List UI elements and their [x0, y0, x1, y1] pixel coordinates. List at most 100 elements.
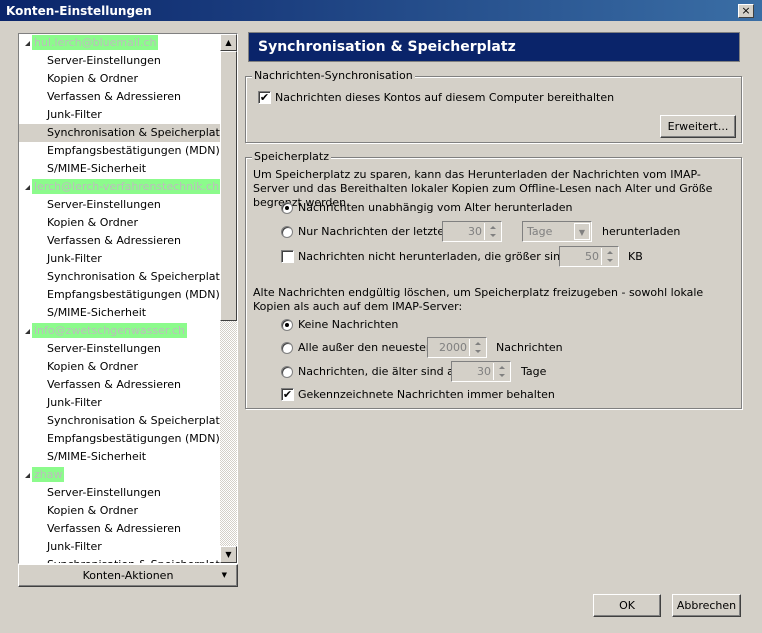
account-name: info@zwetschgenwasser.ch	[32, 323, 187, 338]
tree-item[interactable]: Verfassen & Adressieren	[19, 232, 221, 250]
tree-item[interactable]: Kopien & Ordner	[19, 70, 221, 88]
keep-flagged-checkbox[interactable]: ✔	[281, 388, 294, 401]
tree-item[interactable]: Server-Einstellungen	[19, 484, 221, 502]
older-days-spinner[interactable]: 30	[451, 361, 511, 382]
tree-scrollbar[interactable]: ▲ ▼	[220, 34, 237, 563]
tree-item[interactable]: Junk-Filter	[19, 538, 221, 556]
tree-item-label: Synchronisation & Speicherplatz	[47, 270, 226, 283]
title-bar: Konten-Einstellungen	[0, 0, 762, 21]
tree-item[interactable]: Server-Einstellungen	[19, 340, 221, 358]
tree-item-label: Synchronisation & Speicherplatz	[47, 556, 226, 563]
tree-item[interactable]: Junk-Filter	[19, 394, 221, 412]
keep-flagged-label: Gekennzeichnete Nachrichten immer behalt…	[298, 388, 555, 401]
tree-item[interactable]: S/MIME-Sicherheit	[19, 160, 221, 178]
tree-item[interactable]: Empfangsbestätigungen (MDN)	[19, 286, 221, 304]
ok-button[interactable]: OK	[593, 594, 661, 617]
tree-item-label: S/MIME-Sicherheit	[47, 450, 147, 463]
tree-item-label: Empfangsbestätigungen (MDN)	[47, 144, 220, 157]
tree-item[interactable]: Synchronisation & Speicherplatz	[19, 556, 226, 563]
last-days-spinner[interactable]: 30	[442, 221, 502, 242]
tree-item[interactable]: Synchronisation & Speicherplatz	[19, 124, 226, 142]
spinner-arrows-icon[interactable]	[601, 248, 617, 265]
scroll-thumb[interactable]	[220, 51, 237, 321]
tree-item-label: S/MIME-Sicherheit	[47, 306, 147, 319]
expand-triangle-icon[interactable]	[25, 473, 30, 478]
tree-item[interactable]: Empfangsbestätigungen (MDN)	[19, 142, 221, 160]
delete-older-radio[interactable]	[281, 366, 293, 378]
spinner-arrows-icon[interactable]	[484, 223, 500, 240]
close-button[interactable]: ×	[738, 4, 754, 18]
size-limit-checkbox[interactable]	[281, 250, 294, 263]
tree-item-label: Junk-Filter	[47, 252, 102, 265]
spinner-arrows-icon[interactable]	[493, 363, 509, 380]
account-actions-button[interactable]: Konten-Aktionen ▼	[18, 564, 238, 587]
tree-item-label: Verfassen & Adressieren	[47, 378, 182, 391]
older-days-suffix: Tage	[521, 365, 547, 378]
download-all-radio[interactable]	[281, 202, 293, 214]
storage-legend: Speicherplatz	[252, 150, 331, 163]
tree-account[interactable]: zhaw	[19, 466, 221, 484]
tree-item-label: Junk-Filter	[47, 540, 102, 553]
last-unit-select[interactable]: Tage ▼	[522, 221, 592, 242]
tree-item[interactable]: Junk-Filter	[19, 106, 221, 124]
tree-item[interactable]: Verfassen & Adressieren	[19, 88, 221, 106]
account-name: hul.lerch@bluemail.ch	[32, 35, 159, 50]
tree-item[interactable]: Server-Einstellungen	[19, 52, 221, 70]
size-limit-value: 50	[585, 250, 599, 263]
delete-none-radio[interactable]	[281, 319, 293, 331]
tree-item[interactable]: Kopien & Ordner	[19, 214, 221, 232]
tree-item-label: Verfassen & Adressieren	[47, 234, 182, 247]
expand-triangle-icon[interactable]	[25, 185, 30, 190]
tree-item[interactable]: S/MIME-Sicherheit	[19, 448, 221, 466]
tree-item-label: Verfassen & Adressieren	[47, 90, 182, 103]
advanced-button[interactable]: Erweitert...	[660, 115, 736, 138]
tree-item-label: Server-Einstellungen	[47, 486, 161, 499]
chevron-down-icon[interactable]: ▼	[574, 223, 590, 240]
tree-item-label: Kopien & Ordner	[47, 504, 138, 517]
tree-item[interactable]: Verfassen & Adressieren	[19, 520, 221, 538]
tree-account[interactable]: info@zwetschgenwasser.ch	[19, 322, 221, 340]
account-actions-label: Konten-Aktionen	[82, 569, 174, 582]
download-last-suffix: herunterladen	[602, 225, 681, 238]
sync-group: Nachrichten-Synchronisation ✔ Nachrichte…	[245, 69, 742, 143]
scroll-down-button[interactable]: ▼	[220, 546, 237, 563]
tree-item-label: Synchronisation & Speicherplatz	[47, 126, 226, 139]
tree-account[interactable]: hul.lerch@bluemail.ch	[19, 34, 221, 52]
tree-item[interactable]: Verfassen & Adressieren	[19, 376, 221, 394]
dropdown-arrow-icon: ▼	[221, 571, 227, 579]
last-unit-value: Tage	[527, 225, 553, 238]
tree-item-label: Junk-Filter	[47, 108, 102, 121]
cancel-button[interactable]: Abbrechen	[672, 594, 741, 617]
keep-messages-checkbox[interactable]: ✔	[258, 91, 271, 104]
scroll-up-button[interactable]: ▲	[220, 34, 237, 51]
tree-item[interactable]: Kopien & Ordner	[19, 502, 221, 520]
tree-item[interactable]: Junk-Filter	[19, 250, 221, 268]
all-but-suffix: Nachrichten	[496, 341, 563, 354]
tree-item[interactable]: Kopien & Ordner	[19, 358, 221, 376]
tree-item-label: Kopien & Ordner	[47, 72, 138, 85]
tree-item-label: Empfangsbestätigungen (MDN)	[47, 288, 220, 301]
tree-item-label: Server-Einstellungen	[47, 54, 161, 67]
download-last-radio[interactable]	[281, 226, 293, 238]
tree-item[interactable]: Server-Einstellungen	[19, 196, 221, 214]
tree-item-label: Verfassen & Adressieren	[47, 522, 182, 535]
all-but-spinner[interactable]: 2000	[427, 337, 487, 358]
account-name: zhaw	[32, 467, 65, 482]
delete-older-label: Nachrichten, die älter sind als	[298, 365, 463, 378]
tree-item[interactable]: S/MIME-Sicherheit	[19, 304, 221, 322]
tree-item[interactable]: Synchronisation & Speicherplatz	[19, 412, 226, 430]
keep-messages-label: Nachrichten dieses Kontos auf diesem Com…	[275, 91, 615, 104]
size-limit-spinner[interactable]: 50	[559, 246, 619, 267]
expand-triangle-icon[interactable]	[25, 41, 30, 46]
expand-triangle-icon[interactable]	[25, 329, 30, 334]
tree-account[interactable]: lerch@lerch-verfahrenstechnik.ch	[19, 178, 222, 196]
tree-item[interactable]: Empfangsbestätigungen (MDN)	[19, 430, 221, 448]
tree-item[interactable]: Synchronisation & Speicherplatz	[19, 268, 226, 286]
account-tree[interactable]: hul.lerch@bluemail.ch Server-Einstellunge…	[18, 33, 238, 564]
tree-item-label: Empfangsbestätigungen (MDN)	[47, 432, 220, 445]
download-last-label: Nur Nachrichten der letzten	[298, 225, 452, 238]
spinner-arrows-icon[interactable]	[469, 339, 485, 356]
delete-all-but-label: Alle außer den neuesten	[298, 341, 433, 354]
window-title: Konten-Einstellungen	[6, 4, 152, 18]
delete-all-but-radio[interactable]	[281, 342, 293, 354]
